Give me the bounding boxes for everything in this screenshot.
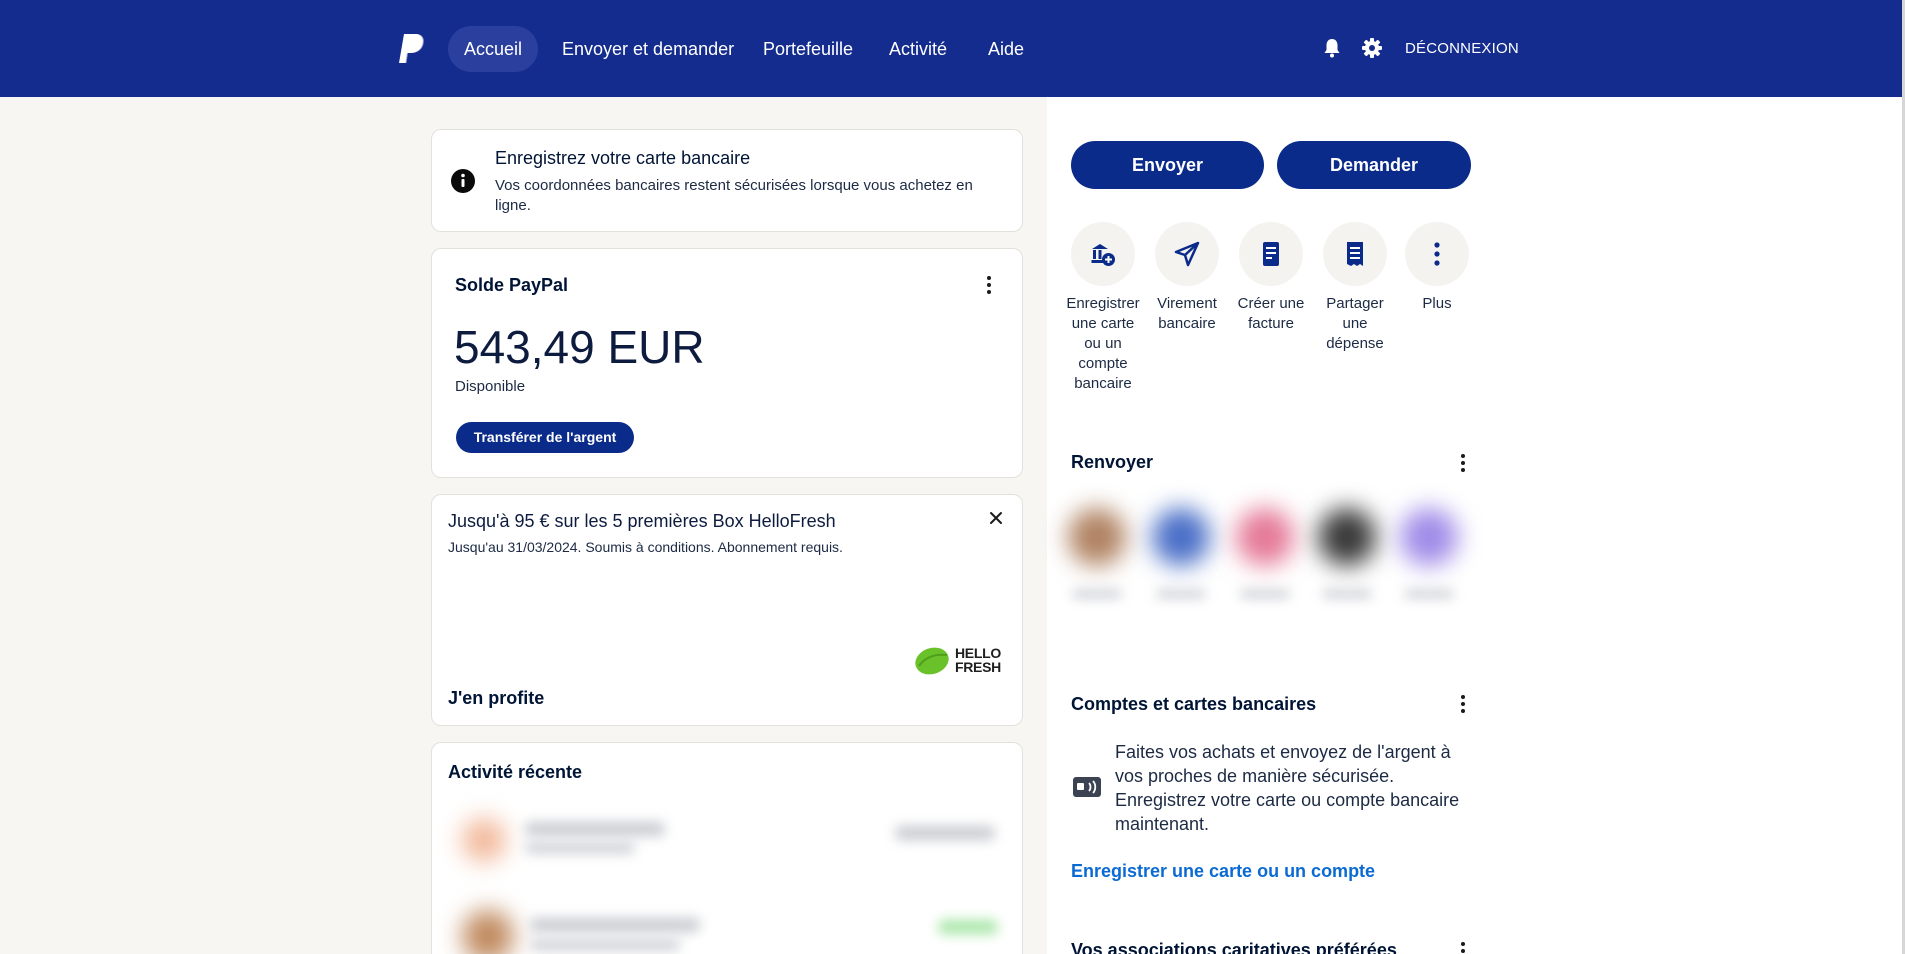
- bell-icon[interactable]: [1320, 36, 1344, 60]
- hellofresh-lime-icon: [915, 647, 949, 675]
- nav-aide[interactable]: Aide: [972, 26, 1040, 72]
- register-account-link[interactable]: Enregistrer une carte ou un compte: [1071, 861, 1375, 882]
- accounts-title: Comptes et cartes bancaires: [1071, 694, 1317, 714]
- split-expense-label: Partager une dépense: [1326, 295, 1384, 352]
- request-button[interactable]: Demander: [1277, 141, 1471, 189]
- create-invoice-button[interactable]: [1239, 222, 1303, 286]
- accounts-text: Faites vos achats et envoyez de l'argent…: [1115, 742, 1460, 834]
- charity-more-icon[interactable]: [1453, 938, 1473, 954]
- balance-title: Solde PayPal: [455, 275, 569, 295]
- resend-name-1: [1072, 590, 1122, 598]
- resend-name-2: [1156, 590, 1206, 598]
- nav-envoyer-et-demander[interactable]: Envoyer et demander: [546, 26, 750, 72]
- register-bank-label: Enregistrer une carte ou un compte banca…: [1066, 295, 1140, 392]
- resend-title: Renvoyer: [1071, 452, 1154, 472]
- activity-row-2-date: [530, 940, 680, 950]
- bank-add-icon: [1091, 244, 1115, 266]
- split-expense-button[interactable]: [1323, 222, 1387, 286]
- send-button[interactable]: Envoyer: [1071, 141, 1264, 189]
- bank-transfer-button[interactable]: [1155, 222, 1219, 286]
- nav-accueil[interactable]: Accueil: [448, 26, 539, 72]
- recent-activity-title: Activité récente: [448, 762, 583, 782]
- info-icon: [451, 169, 475, 193]
- activity-row-1-amount: [895, 826, 995, 840]
- bank-card-icon: [1073, 777, 1101, 797]
- bank-transfer-label: Virement bancaire: [1157, 295, 1217, 332]
- resend-contact-5[interactable]: [1400, 508, 1458, 566]
- transfer-money-button[interactable]: Transférer de l'argent: [456, 422, 634, 453]
- accounts-more-icon[interactable]: [1453, 691, 1473, 717]
- receipt-split-icon: [1347, 242, 1363, 266]
- gear-icon[interactable]: [1360, 36, 1384, 60]
- activity-row-2-name: [530, 918, 700, 932]
- balance-more-icon[interactable]: [979, 272, 999, 298]
- activity-row-1-name: [525, 822, 665, 836]
- send-arrow-icon: [1174, 241, 1200, 267]
- nav-portefeuille[interactable]: Portefeuille: [747, 26, 869, 72]
- activity-avatar-1: [462, 818, 506, 862]
- resend-name-5: [1404, 590, 1454, 598]
- resend-contact-2[interactable]: [1152, 508, 1210, 566]
- invoice-icon: [1263, 242, 1279, 266]
- more-icon: [1434, 242, 1440, 266]
- create-invoice-label: Créer une facture: [1237, 295, 1305, 332]
- activity-row-2-amount: [938, 920, 998, 934]
- resend-more-icon[interactable]: [1453, 450, 1473, 476]
- resend-name-3: [1240, 590, 1290, 598]
- hellofresh-logo: HELLO FRESH: [955, 645, 1001, 675]
- resend-contact-3[interactable]: [1236, 508, 1294, 566]
- paypal-logo[interactable]: [398, 32, 426, 66]
- promo-cta-link[interactable]: J'en profite: [448, 688, 544, 709]
- nav-activite[interactable]: Activité: [873, 26, 963, 72]
- resend-name-4: [1322, 590, 1372, 598]
- register-card-text: Vos coordonnées bancaires restent sécuri…: [495, 177, 973, 214]
- promo-subtitle: Jusqu'au 31/03/2024. Soumis à conditions…: [448, 539, 843, 555]
- resend-contact-4[interactable]: [1318, 508, 1376, 566]
- charity-title: Vos associations caritatives préférées: [1071, 940, 1397, 954]
- register-bank-button[interactable]: [1071, 222, 1135, 286]
- balance-amount: 543,49 EUR: [454, 321, 705, 373]
- register-card-title: Enregistrez votre carte bancaire: [495, 148, 751, 168]
- more-actions-label: Plus: [1422, 295, 1452, 312]
- activity-avatar-2: [462, 910, 514, 954]
- balance-status: Disponible: [455, 378, 526, 395]
- more-actions-button[interactable]: [1405, 222, 1469, 286]
- resend-contact-1[interactable]: [1068, 508, 1126, 566]
- activity-row-1-date: [525, 843, 635, 853]
- promo-title: Jusqu'à 95 € sur les 5 premières Box Hel…: [448, 511, 836, 531]
- close-icon[interactable]: [988, 510, 1004, 526]
- logout-link[interactable]: DÉCONNEXION: [1405, 40, 1519, 57]
